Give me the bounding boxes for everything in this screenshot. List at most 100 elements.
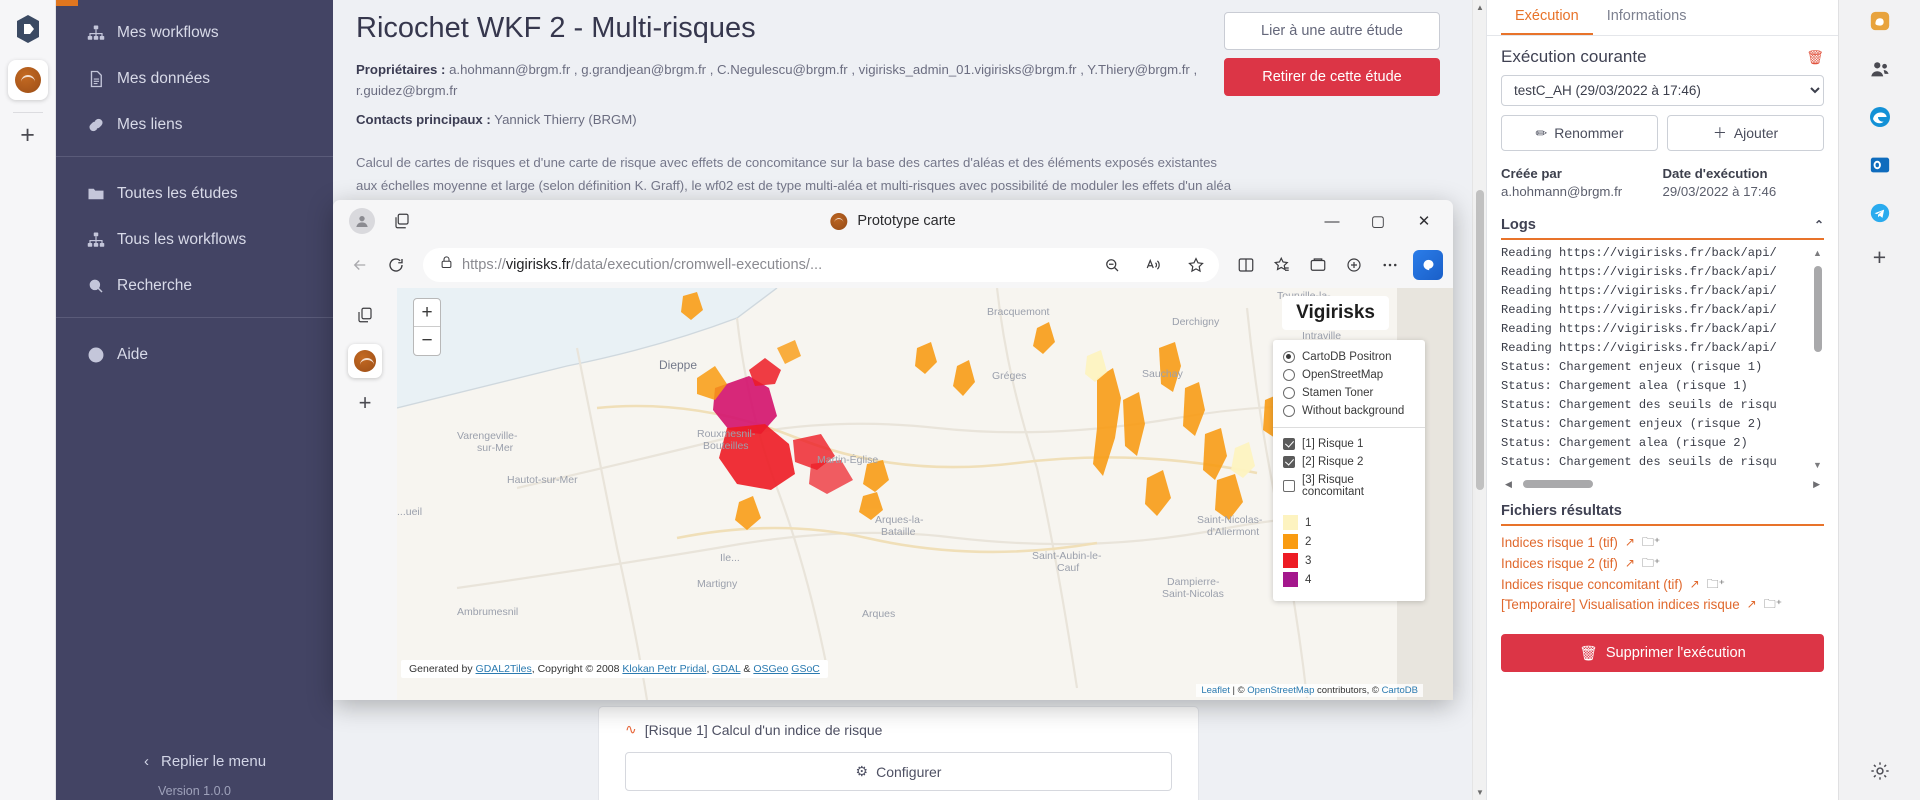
layer-toggle-risque-1[interactable]: [1] Risque 1 (1273, 435, 1425, 453)
sidebar-item-tous-les-workflows[interactable]: Tous les workflows (56, 217, 333, 263)
osgeo-link[interactable]: OSGeo (753, 663, 788, 675)
more-icon[interactable] (1373, 248, 1407, 282)
sidebar-item-mes-donnees[interactable]: Mes données (56, 56, 333, 102)
klokan-link[interactable]: Klokan Petr Pridal (622, 663, 706, 675)
settings-more-icon[interactable] (1337, 248, 1371, 282)
telegram-icon[interactable] (1863, 196, 1897, 230)
result-file-row[interactable]: Indices risque concomitant (tif) ↗ 🗀⁺ (1501, 575, 1824, 596)
basemap-option-cartodb[interactable]: CartoDB Positron (1273, 348, 1425, 366)
add-site-button[interactable]: + (359, 390, 372, 416)
sidebar-item-mes-workflows[interactable]: Mes workflows (56, 10, 333, 56)
add-to-folder-icon[interactable]: 🗀⁺ (1642, 554, 1660, 573)
minimize-button[interactable]: — (1309, 200, 1355, 242)
link-study-button[interactable]: Lier à une autre étude (1224, 12, 1440, 50)
zoom-out-icon[interactable] (1095, 248, 1129, 282)
favorite-icon[interactable] (1179, 248, 1213, 282)
add-app-button[interactable]: + (20, 123, 35, 148)
tab-execution[interactable]: Exécution (1501, 0, 1593, 35)
add-os-app-button[interactable]: + (1873, 244, 1886, 271)
zoom-out-button[interactable]: − (414, 327, 440, 355)
copy-icon[interactable] (348, 298, 382, 332)
scroll-up-arrow[interactable]: ▲ (1476, 3, 1484, 12)
collapse-menu-button[interactable]: ‹ Replier le menu (56, 753, 333, 770)
collections-icon[interactable] (1265, 248, 1299, 282)
configure-button[interactable]: ⚙ Configurer (625, 752, 1172, 791)
sidebar-item-toutes-les-etudes[interactable]: Toutes les études (56, 171, 333, 217)
delete-execution-button[interactable]: 🗑 Supprimer l'exécution (1501, 634, 1824, 673)
copilot-icon[interactable] (1863, 4, 1897, 38)
map-zoom-controls: + − (413, 298, 441, 356)
workflow-icon (87, 24, 105, 42)
scroll-right-arrow[interactable]: ▶ (1813, 479, 1820, 490)
logs-vertical-scrollbar[interactable]: ▲ ▼ (1812, 244, 1824, 472)
scroll-up-arrow[interactable]: ▲ (1813, 248, 1822, 258)
layer-toggle-risque-concomitant[interactable]: [3] Risque concomitant (1273, 471, 1425, 501)
edge-browser-icon[interactable] (1863, 100, 1897, 134)
split-screen-icon[interactable] (1229, 248, 1263, 282)
result-file-row[interactable]: Indices risque 1 (tif) ↗ 🗀⁺ (1501, 533, 1824, 554)
sidebar-item-mes-liens[interactable]: Mes liens (56, 102, 333, 148)
sidebar-item-aide[interactable]: Aide (56, 332, 333, 378)
leaflet-link[interactable]: Leaflet (1201, 685, 1230, 696)
result-file-label[interactable]: Indices risque concomitant (tif) (1501, 575, 1683, 596)
brgm-site-icon[interactable] (348, 344, 382, 378)
tab-collections-icon[interactable] (385, 204, 419, 238)
gdal-link[interactable]: GDAL (712, 663, 740, 675)
gsoc-link[interactable]: GSoC (791, 663, 820, 675)
sidebar-item-recherche[interactable]: Recherche (56, 263, 333, 309)
result-file-row[interactable]: Indices risque 2 (tif) ↗ 🗀⁺ (1501, 554, 1824, 575)
basemap-option-stamen-toner[interactable]: Stamen Toner (1273, 384, 1425, 402)
owners-value: a.hohmann@brgm.fr , g.grandjean@brgm.fr … (356, 62, 1198, 99)
layer-toggle-risque-2[interactable]: [2] Risque 2 (1273, 453, 1425, 471)
scrollbar-thumb[interactable] (1814, 266, 1822, 352)
reload-icon[interactable] (379, 248, 413, 282)
browser-tab[interactable]: Prototype carte (830, 212, 956, 230)
result-file-label[interactable]: Indices risque 1 (tif) (1501, 533, 1618, 554)
result-file-label[interactable]: Indices risque 2 (tif) (1501, 554, 1618, 575)
layer-label: [3] Risque concomitant (1302, 474, 1365, 498)
cartodb-link[interactable]: CartoDB (1382, 685, 1418, 696)
close-button[interactable]: ✕ (1401, 200, 1447, 242)
tab-informations[interactable]: Informations (1593, 0, 1701, 35)
logs-horizontal-scrollbar[interactable]: ◀ ▶ (1501, 477, 1824, 491)
basemap-option-openstreetmap[interactable]: OpenStreetMap (1273, 366, 1425, 384)
profile-avatar[interactable] (349, 208, 375, 234)
main-scrollbar[interactable]: ▲ ▼ (1472, 0, 1486, 800)
rename-button[interactable]: ✏ Renommer (1501, 115, 1658, 151)
maximize-button[interactable]: ▢ (1355, 200, 1401, 242)
osm-link[interactable]: OpenStreetMap (1247, 685, 1314, 696)
scrollbar-thumb[interactable] (1476, 190, 1484, 490)
result-file-row[interactable]: [Temporaire] Visualisation indices risqu… (1501, 595, 1824, 616)
scroll-left-arrow[interactable]: ◀ (1505, 479, 1512, 490)
add-to-folder-icon[interactable]: 🗀⁺ (1764, 595, 1782, 614)
basemap-option-without-background[interactable]: Without background (1273, 402, 1425, 420)
trash-icon[interactable]: 🗑 (1806, 49, 1824, 66)
people-icon[interactable] (1863, 52, 1897, 86)
legend-class-1: 1 (1273, 513, 1425, 532)
browser-essentials-icon[interactable] (1301, 248, 1335, 282)
add-to-folder-icon[interactable]: 🗀⁺ (1707, 575, 1725, 594)
copilot-icon[interactable] (1413, 250, 1443, 280)
open-external-icon[interactable]: ↗ (1690, 575, 1700, 594)
gear-icon[interactable] (1863, 754, 1897, 788)
open-external-icon[interactable]: ↗ (1625, 533, 1635, 552)
open-external-icon[interactable]: ↗ (1625, 554, 1635, 573)
gdal2tiles-link[interactable]: GDAL2Tiles (476, 663, 532, 675)
outlook-icon[interactable] (1863, 148, 1897, 182)
add-execution-button[interactable]: ＋ Ajouter (1667, 115, 1824, 151)
chevron-up-icon[interactable]: ⌃ (1814, 218, 1824, 232)
back-icon[interactable] (343, 248, 377, 282)
open-external-icon[interactable]: ↗ (1747, 595, 1757, 614)
scroll-down-arrow[interactable]: ▼ (1476, 788, 1484, 797)
scroll-down-arrow[interactable]: ▼ (1813, 460, 1822, 470)
result-file-label[interactable]: [Temporaire] Visualisation indices risqu… (1501, 595, 1740, 616)
scrollbar-thumb[interactable] (1523, 480, 1593, 488)
address-bar[interactable]: https://vigirisks.fr/data/execution/crom… (423, 248, 1219, 282)
add-to-folder-icon[interactable]: 🗀⁺ (1642, 533, 1660, 552)
map-canvas[interactable]: BracquemontDerchignyTourville-la-Cha...I… (397, 288, 1397, 700)
read-aloud-icon[interactable] (1137, 248, 1171, 282)
brgm-app-icon[interactable] (7, 60, 48, 100)
remove-study-button[interactable]: Retirer de cette étude (1224, 58, 1440, 96)
zoom-in-button[interactable]: + (414, 299, 440, 327)
execution-select[interactable]: testC_AH (29/03/2022 à 17:46) (1501, 75, 1824, 106)
